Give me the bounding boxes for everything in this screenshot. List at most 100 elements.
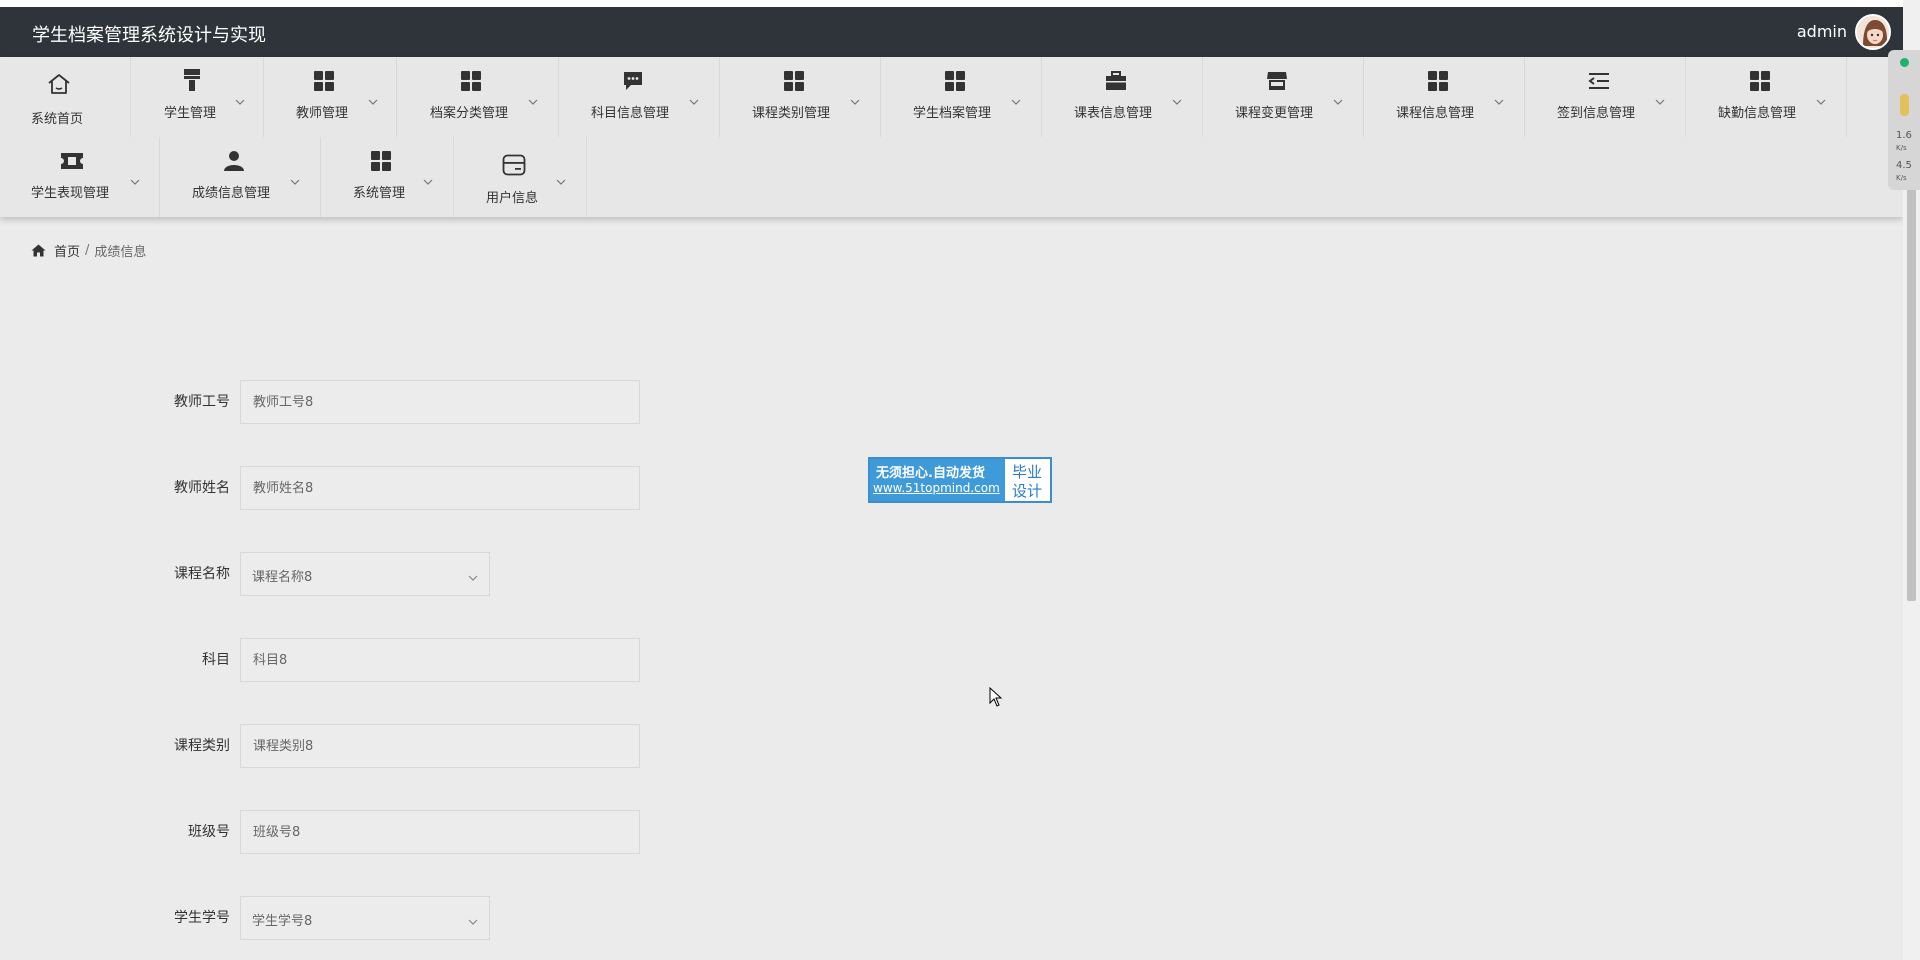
chevron-down-icon <box>234 93 246 105</box>
nav-item-timetable[interactable]: 课表信息管理 <box>1042 57 1203 137</box>
course-name-select[interactable]: 课程名称8 <box>240 552 490 596</box>
chevron-down-icon <box>1654 93 1666 105</box>
grid-icon <box>941 69 969 93</box>
nav-label: 档案分类管理 <box>430 106 509 121</box>
teacher-id-input[interactable] <box>240 380 640 424</box>
breadcrumb: 首页 / 成绩信息 <box>31 241 146 260</box>
nav-label: 教师管理 <box>296 106 349 121</box>
teacher-id-label: 教师工号 <box>174 394 230 410</box>
grid-icon <box>457 69 485 93</box>
list-indent-icon <box>1585 69 1613 93</box>
nav-label: 成绩信息管理 <box>192 186 271 201</box>
chevron-down-icon <box>849 93 861 105</box>
subject-input[interactable] <box>240 638 640 682</box>
course-category-label: 课程类别 <box>174 738 230 754</box>
usage-bar <box>1900 94 1909 116</box>
nav-item-student-archive[interactable]: 学生档案管理 <box>881 57 1042 137</box>
brush-icon <box>178 68 206 92</box>
chevron-down-icon <box>467 913 479 932</box>
ad-link[interactable]: www.51topmind.com <box>873 481 1000 495</box>
student-id-select[interactable]: 学生学号8 <box>240 896 490 940</box>
ad-left-panel: 无须担心.自动发货 www.51topmind.com <box>870 459 1005 501</box>
student-id-label: 学生学号 <box>174 910 230 926</box>
grid-icon <box>1424 69 1452 93</box>
chevron-down-icon <box>555 173 567 185</box>
breadcrumb-separator: / <box>85 243 90 258</box>
nav-item-teacher[interactable]: 教师管理 <box>264 57 397 137</box>
ad-line1: 无须担心.自动发货 <box>876 466 985 481</box>
course-category-input[interactable] <box>240 724 640 768</box>
nav-label: 课程变更管理 <box>1235 106 1314 121</box>
class-no-input[interactable] <box>240 810 640 854</box>
browser-top-strip <box>0 0 1920 7</box>
nav-label: 学生档案管理 <box>913 106 992 121</box>
chevron-down-icon <box>1493 93 1505 105</box>
download-speed: 4.5 <box>1896 160 1912 171</box>
nav-item-archive-category[interactable]: 档案分类管理 <box>397 57 559 137</box>
chevron-down-icon <box>1171 93 1183 105</box>
nav-item-performance[interactable]: 学生表现管理 <box>0 137 160 217</box>
nav-item-course-change[interactable]: 课程变更管理 <box>1203 57 1364 137</box>
nav-item-absence[interactable]: 缺勤信息管理 <box>1686 57 1847 137</box>
class-no-label: 班级号 <box>188 824 230 840</box>
user-avatar[interactable] <box>1855 14 1891 50</box>
chevron-down-icon <box>527 93 539 105</box>
user-name[interactable]: admin <box>1797 22 1847 41</box>
chevron-down-icon <box>1332 93 1344 105</box>
store-icon <box>1263 69 1291 93</box>
nav-label: 系统管理 <box>353 186 406 201</box>
app-title: 学生档案管理系统设计与实现 <box>32 25 266 46</box>
chevron-down-icon <box>1010 93 1022 105</box>
nav-item-student[interactable]: 学生管理 <box>131 57 264 137</box>
home-icon[interactable] <box>31 244 46 257</box>
nav-label: 课表信息管理 <box>1074 106 1153 121</box>
nav-item-course-category[interactable]: 课程类别管理 <box>720 57 881 137</box>
nav-label: 用户信息 <box>486 191 539 206</box>
grid-icon <box>367 149 395 173</box>
grid-icon <box>780 69 808 93</box>
nav-item-user-info[interactable]: 用户信息 <box>454 137 587 217</box>
chevron-down-icon <box>289 173 301 185</box>
nav-item-score[interactable]: 成绩信息管理 <box>160 137 321 217</box>
nav-item-home[interactable]: 系统首页 <box>0 57 131 137</box>
chevron-down-icon <box>367 93 379 105</box>
mouse-cursor-icon <box>989 686 1003 711</box>
main-navbar: 系统首页 学生管理 教师管理 档案分类管理 科目信息管理 课程类别管理 学生档案… <box>0 57 1903 217</box>
nav-item-checkin[interactable]: 签到信息管理 <box>1525 57 1686 137</box>
briefcase-icon <box>1102 69 1130 93</box>
ad-right-line2: 设计 <box>1012 482 1043 500</box>
chevron-down-icon <box>129 173 141 185</box>
nav-label: 课程信息管理 <box>1396 106 1475 121</box>
status-dot-icon <box>1900 58 1909 67</box>
nav-label: 签到信息管理 <box>1557 106 1636 121</box>
user-icon <box>220 149 248 173</box>
top-header: 学生档案管理系统设计与实现 admin <box>0 7 1903 57</box>
nav-item-system[interactable]: 系统管理 <box>321 137 454 217</box>
ticket-icon <box>58 149 86 173</box>
subject-label: 科目 <box>202 652 230 668</box>
nav-label: 科目信息管理 <box>591 106 670 121</box>
nav-label: 缺勤信息管理 <box>1718 106 1797 121</box>
ad-right-line1: 毕业 <box>1012 463 1043 481</box>
nav-label: 系统首页 <box>31 112 84 127</box>
nav-label: 课程类别管理 <box>752 106 831 121</box>
chevron-down-icon <box>467 569 479 588</box>
upload-speed: 1.6 <box>1896 130 1912 141</box>
chevron-down-icon <box>1815 93 1827 105</box>
ad-badge[interactable]: 无须担心.自动发货 www.51topmind.com 毕业 设计 <box>868 457 1052 503</box>
breadcrumb-home-link[interactable]: 首页 <box>54 241 80 260</box>
course-name-value: 课程名称8 <box>252 570 313 585</box>
student-id-value: 学生学号8 <box>252 914 313 929</box>
nav-item-course-info[interactable]: 课程信息管理 <box>1364 57 1525 137</box>
teacher-name-input[interactable] <box>240 466 640 510</box>
teacher-name-label: 教师姓名 <box>174 480 230 496</box>
grid-icon <box>1746 69 1774 93</box>
nav-item-subject[interactable]: 科目信息管理 <box>559 57 720 137</box>
card-icon <box>500 153 528 177</box>
chevron-down-icon <box>422 173 434 185</box>
network-monitor-widget[interactable]: 1.6 K/s 4.5 K/s <box>1888 50 1920 190</box>
nav-label: 学生管理 <box>164 106 217 121</box>
home-icon <box>45 72 73 96</box>
speed-unit: K/s <box>1896 174 1907 182</box>
message-icon <box>619 69 647 93</box>
